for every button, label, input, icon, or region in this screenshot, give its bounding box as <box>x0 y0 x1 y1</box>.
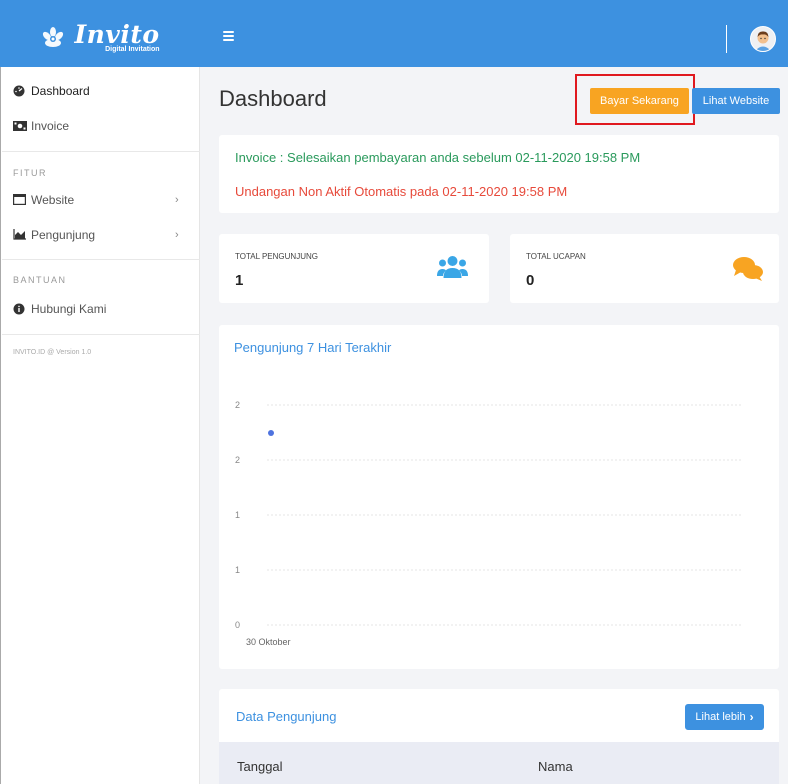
sidebar-item-label: Invoice <box>31 119 70 133</box>
sidebar: Dashboard Invoice FITUR Website › Pengun… <box>0 67 200 784</box>
chevron-right-icon: › <box>175 194 179 206</box>
chevron-right-icon: › <box>175 229 179 241</box>
stat-value: 1 <box>235 272 244 289</box>
sidebar-item-website[interactable]: Website › <box>1 190 200 210</box>
sidebar-divider <box>2 259 200 260</box>
alert-card <box>219 135 779 213</box>
users-icon <box>437 255 468 284</box>
sidebar-item-label: Hubungi Kami <box>31 302 107 316</box>
comments-icon <box>732 256 764 287</box>
y-tick-label: 2 <box>235 455 240 465</box>
top-navbar: Invito Digital Invitation <box>0 0 788 67</box>
stat-value: 0 <box>526 272 535 289</box>
view-website-button[interactable]: Lihat Website <box>692 88 780 114</box>
section-heading-fitur: FITUR <box>13 168 47 178</box>
table-header-tanggal: Tanggal <box>237 759 283 774</box>
lotus-emblem-icon <box>40 26 66 52</box>
tachometer-icon <box>13 85 27 97</box>
sidebar-divider <box>2 151 200 152</box>
stat-label: TOTAL UCAPAN <box>526 252 586 261</box>
y-tick-label: 1 <box>235 510 240 520</box>
brand-logo[interactable]: Invito Digital Invitation <box>0 5 200 72</box>
sidebar-divider <box>2 334 200 335</box>
info-circle-icon <box>13 303 27 315</box>
sidebar-item-pengunjung[interactable]: Pengunjung › <box>1 225 200 245</box>
table-header-nama: Nama <box>538 759 573 774</box>
chart-data-point[interactable] <box>268 430 274 436</box>
navbar-divider <box>726 25 727 53</box>
chevron-right-icon: › <box>749 710 754 724</box>
y-tick-label: 2 <box>235 400 240 410</box>
y-tick-label: 1 <box>235 565 240 575</box>
x-tick-label: 30 Oktober <box>246 637 291 647</box>
page-title: Dashboard <box>219 86 327 111</box>
sidebar-item-hubungi-kami[interactable]: Hubungi Kami <box>1 299 200 319</box>
view-more-button[interactable]: Lihat lebih › <box>685 704 764 730</box>
table-header <box>219 742 779 784</box>
inactive-alert-text: Undangan Non Aktif Otomatis pada 02-11-2… <box>235 184 568 199</box>
view-more-label: Lihat lebih <box>695 711 746 723</box>
data-section-title: Data Pengunjung <box>236 709 337 724</box>
sidebar-item-label: Dashboard <box>31 84 90 98</box>
user-avatar-icon[interactable] <box>750 26 776 52</box>
sidebar-item-invoice[interactable]: Invoice <box>1 116 200 136</box>
version-text: INVITO.ID @ Version 1.0 <box>13 349 92 356</box>
sidebar-item-label: Website <box>31 193 75 207</box>
brand-name: Invito <box>74 20 160 49</box>
hamburger-icon[interactable] <box>223 31 234 41</box>
section-heading-bantuan: BANTUAN <box>13 275 67 285</box>
y-tick-label: 0 <box>235 620 240 630</box>
window-icon <box>13 194 27 206</box>
brand-tagline: Digital Invitation <box>105 46 160 53</box>
sidebar-item-label: Pengunjung <box>31 228 96 242</box>
visitor-line-chart: 2 2 1 1 0 30 Oktober <box>235 400 741 647</box>
sidebar-item-dashboard[interactable]: Dashboard <box>1 81 200 101</box>
highlight-box <box>575 74 695 125</box>
invoice-alert-text: Invoice : Selesaikan pembayaran anda seb… <box>235 150 641 165</box>
money-bill-icon <box>13 120 27 132</box>
stat-label: TOTAL PENGUNJUNG <box>235 252 318 261</box>
area-chart-icon <box>13 229 27 241</box>
